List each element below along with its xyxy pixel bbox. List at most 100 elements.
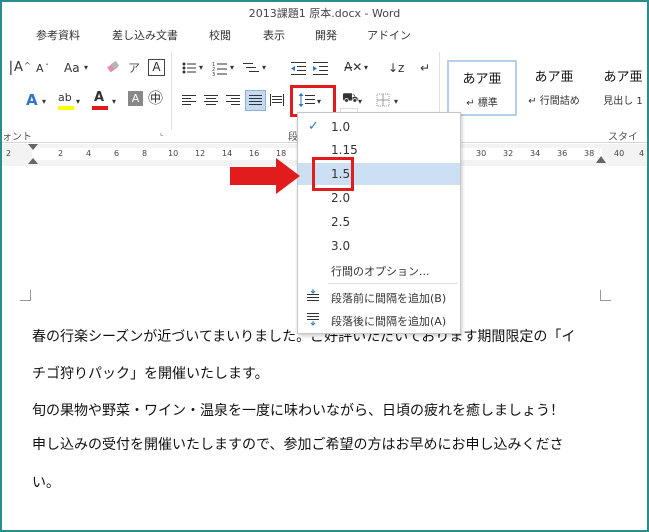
ruler-number: 36 <box>557 149 568 158</box>
style-sample: あア亜 <box>603 70 643 85</box>
ruler-number: 34 <box>530 149 541 158</box>
highlight-caret-icon[interactable]: ▾ <box>76 94 80 110</box>
font-color-icon[interactable]: A <box>94 90 104 106</box>
bullets-caret-icon[interactable]: ▾ <box>199 60 203 76</box>
borders-caret-icon[interactable]: ▾ <box>394 94 398 110</box>
ruler-number: 16 <box>249 149 260 158</box>
decrease-indent-icon[interactable] <box>290 60 308 80</box>
align-right-icon[interactable] <box>225 92 241 112</box>
increase-indent-icon[interactable] <box>312 60 330 80</box>
font-color-swatch <box>92 106 108 110</box>
shrink-font-caret-icon: ˇ <box>45 63 49 72</box>
add-space-before-item[interactable]: 段落前に間隔を追加(B) <box>298 286 460 308</box>
multilevel-caret-icon[interactable]: ▾ <box>262 60 266 76</box>
checkmark-icon: ✓ <box>308 119 319 134</box>
justify-icon[interactable] <box>245 90 266 111</box>
line-spacing-option-1-0[interactable]: ✓ 1.0 <box>298 116 460 138</box>
option-label: 1.0 <box>331 120 351 134</box>
change-case-icon[interactable]: Aa <box>64 60 80 76</box>
bullets-icon[interactable] <box>181 60 197 80</box>
style-name: 見出し 1 <box>603 96 643 107</box>
tab-review[interactable]: 校閲 <box>209 27 231 43</box>
option-label: 1.15 <box>331 143 358 157</box>
clear-formatting-icon[interactable] <box>106 59 122 79</box>
ruler-number: 38 <box>584 149 595 158</box>
title-bar: 2013課題1 原本.docx - Word <box>2 2 647 24</box>
highlight-icon[interactable]: ab <box>58 90 72 106</box>
font-dialog-launcher-icon[interactable]: ⌞ <box>160 128 164 137</box>
add-space-after-item[interactable]: 段落後に間隔を追加(A) <box>298 309 460 331</box>
tab-mailings[interactable]: 差し込み文書 <box>112 27 178 43</box>
tab-developer[interactable]: 開発 <box>315 27 337 43</box>
align-center-icon[interactable] <box>203 92 219 112</box>
style-name: ↵ 行間詰め <box>528 96 580 107</box>
shrink-font-icon[interactable]: A <box>36 61 44 77</box>
line-spacing-menu: ✓ 1.0 1.15 1.5 2.0 2.5 3.0 行間のオプション... 段… <box>297 112 461 334</box>
char-border-icon[interactable]: A <box>148 59 165 76</box>
font-size-stub-icon[interactable]: ▕ <box>2 60 11 76</box>
highlight-color-swatch <box>58 106 74 110</box>
style-name: ↵ 標準 <box>466 98 498 109</box>
align-left-icon[interactable] <box>181 92 197 112</box>
font-color-caret-icon[interactable]: ▾ <box>112 94 116 110</box>
text-effects-caret-icon[interactable]: ▾ <box>42 94 46 110</box>
option-label: 行間のオプション... <box>331 265 430 278</box>
ruler-number: 18 <box>276 149 287 158</box>
option-label: 段落前に間隔を追加(B) <box>331 292 447 305</box>
multilevel-list-icon[interactable] <box>242 60 260 80</box>
annotation-arrow-icon <box>276 158 300 194</box>
asian-layout-icon[interactable]: A̶✕ <box>344 59 362 75</box>
change-case-caret-icon[interactable]: ▾ <box>84 60 88 76</box>
ruler-number: 8 <box>142 149 148 158</box>
phonetic-guide-icon[interactable]: ア <box>128 60 140 76</box>
style-no-spacing[interactable]: あア亜 ↵ 行間詰め <box>521 60 587 112</box>
shading-icon[interactable]: ⛟ <box>342 91 358 107</box>
margin-corner-marker <box>20 290 31 301</box>
space-before-icon <box>306 289 320 306</box>
tab-view[interactable]: 表示 <box>263 27 285 43</box>
tab-addins[interactable]: アドイン <box>367 27 411 43</box>
ruler-number: 12 <box>195 149 206 158</box>
numbering-icon[interactable]: 123 <box>212 60 228 80</box>
ribbon-separator <box>171 52 172 130</box>
borders-icon[interactable] <box>375 92 391 112</box>
menu-divider <box>328 283 458 284</box>
style-normal[interactable]: あア亜 ↵ 標準 <box>447 60 517 116</box>
document-line: チゴ狩りパック」を開催いたします。 <box>32 366 269 382</box>
line-spacing-options-item[interactable]: 行間のオプション... <box>298 259 460 281</box>
font-group-label: ォント <box>2 132 32 143</box>
ribbon-tabs: 参考資料 差し込み文書 校閲 表示 開発 アドイン <box>2 24 647 46</box>
ruler-number: 4 <box>86 149 92 158</box>
option-label: 段落後に間隔を追加(A) <box>331 315 447 328</box>
grow-font-caret-icon: ^ <box>24 61 31 70</box>
shading-caret-icon[interactable]: ▾ <box>358 94 362 110</box>
tab-references[interactable]: 参考資料 <box>36 27 80 43</box>
hanging-indent-marker[interactable] <box>28 158 38 164</box>
style-sample: あア亜 <box>462 72 502 87</box>
grow-font-icon[interactable]: A <box>14 60 23 76</box>
numbering-caret-icon[interactable]: ▾ <box>230 60 234 76</box>
char-shading-icon[interactable]: A <box>128 91 143 106</box>
line-spacing-option-2-5[interactable]: 2.5 <box>298 211 460 233</box>
line-spacing-option-3-0[interactable]: 3.0 <box>298 235 460 257</box>
window-title: 2013課題1 原本.docx - Word <box>248 7 401 20</box>
first-line-indent-marker[interactable] <box>28 144 38 150</box>
option-label: 2.0 <box>331 191 351 205</box>
text-effects-icon[interactable]: A <box>26 92 38 108</box>
document-line: い。 <box>32 475 60 491</box>
style-heading-1[interactable]: あア亜 見出し 1 <box>593 60 647 112</box>
margin-corner-marker <box>600 290 611 301</box>
document-line: 申し込みの受付を開催いたしますので、参加ご希望の方はお早めにお申し込みくださ <box>32 437 564 453</box>
annotation-arrow-body <box>230 167 278 185</box>
right-indent-marker[interactable] <box>596 156 606 163</box>
distributed-icon[interactable] <box>269 92 285 112</box>
ruler-number: 4 <box>639 149 645 158</box>
show-formatting-icon[interactable]: ↵ <box>420 60 430 76</box>
sort-icon[interactable]: ↓z <box>388 60 404 76</box>
option-annotation-box <box>312 157 354 191</box>
svg-text:3: 3 <box>212 72 215 76</box>
ruler-number: 6 <box>114 149 120 158</box>
option-label: 2.5 <box>331 215 351 229</box>
asian-layout-caret-icon[interactable]: ▾ <box>364 60 368 76</box>
enclose-char-icon[interactable]: ㊥ <box>148 90 163 106</box>
